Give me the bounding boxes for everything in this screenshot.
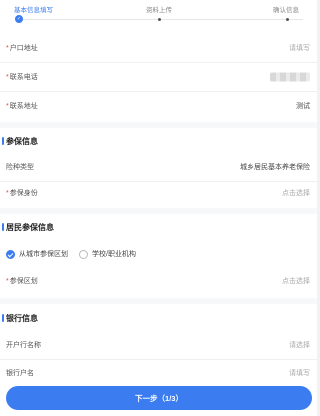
contact-address-row[interactable]: *联系地址 测试 [0, 91, 320, 121]
insured-region-label: *参保区划 [6, 278, 38, 285]
household-address-input[interactable]: 请填写 [289, 43, 310, 53]
household-address-label: *户口地址 [6, 44, 38, 52]
section-divider [0, 122, 320, 128]
step-dot-upload [158, 18, 161, 21]
radio-urban-region[interactable]: 从城市参保区划 [6, 247, 68, 261]
insured-region-select[interactable]: 点击选择 [282, 276, 310, 286]
contact-address-label: *联系地址 [6, 103, 38, 110]
bank-name-row[interactable]: 开户行名称 请选择 [0, 330, 320, 360]
phone-value-masked[interactable] [270, 72, 310, 81]
step-upload[interactable]: 资料上传 [146, 4, 172, 14]
next-step-button[interactable]: 下一步（1/3） [6, 386, 312, 410]
insurance-type-value: 城乡居民基本养老保险 [240, 163, 310, 171]
insurance-identity-select[interactable]: 点击选择 [282, 188, 310, 198]
bank-section-title: 银行信息 [2, 314, 38, 323]
insurance-identity-row[interactable]: *参保身份 点击选择 [0, 178, 320, 208]
resident-section-title: 居民参保信息 [2, 223, 54, 232]
account-name-input[interactable]: 请填写 [289, 368, 310, 378]
household-address-row[interactable]: *户口地址 请填写 [0, 33, 320, 63]
account-name-row[interactable]: 银行户名 请填写 [0, 358, 320, 388]
insured-region-row[interactable]: *参保区划 点击选择 [0, 266, 320, 296]
stepper-line [23, 19, 303, 20]
phone-row[interactable]: *联系电话 [0, 62, 320, 92]
progress-stepper: 基本信息填写 资料上传 确认信息 ✓ [0, 0, 320, 24]
radio-checked-icon [6, 249, 15, 259]
radio-urban-region-label: 从城市参保区划 [19, 251, 68, 258]
step-dot-confirm [286, 18, 289, 21]
radio-school-label: 学校/职业机构 [92, 251, 136, 258]
check-icon: ✓ [15, 15, 23, 23]
section-divider [0, 298, 320, 304]
bank-name-select[interactable]: 请选择 [289, 340, 310, 350]
phone-label: *联系电话 [6, 73, 38, 81]
radio-unchecked-icon [79, 249, 88, 259]
step-basic-info[interactable]: 基本信息填写 [14, 4, 53, 14]
step-confirm[interactable]: 确认信息 [273, 4, 299, 14]
insurance-type-label: 险种类型 [6, 163, 34, 171]
contact-address-input[interactable]: 测试 [296, 101, 310, 111]
radio-school[interactable]: 学校/职业机构 [79, 247, 136, 261]
account-name-label: 银行户名 [6, 370, 34, 377]
bank-name-label: 开户行名称 [6, 341, 41, 349]
section-divider [0, 208, 320, 214]
insurance-section-title: 参保信息 [2, 137, 38, 146]
insurance-identity-label: *参保身份 [6, 190, 38, 197]
